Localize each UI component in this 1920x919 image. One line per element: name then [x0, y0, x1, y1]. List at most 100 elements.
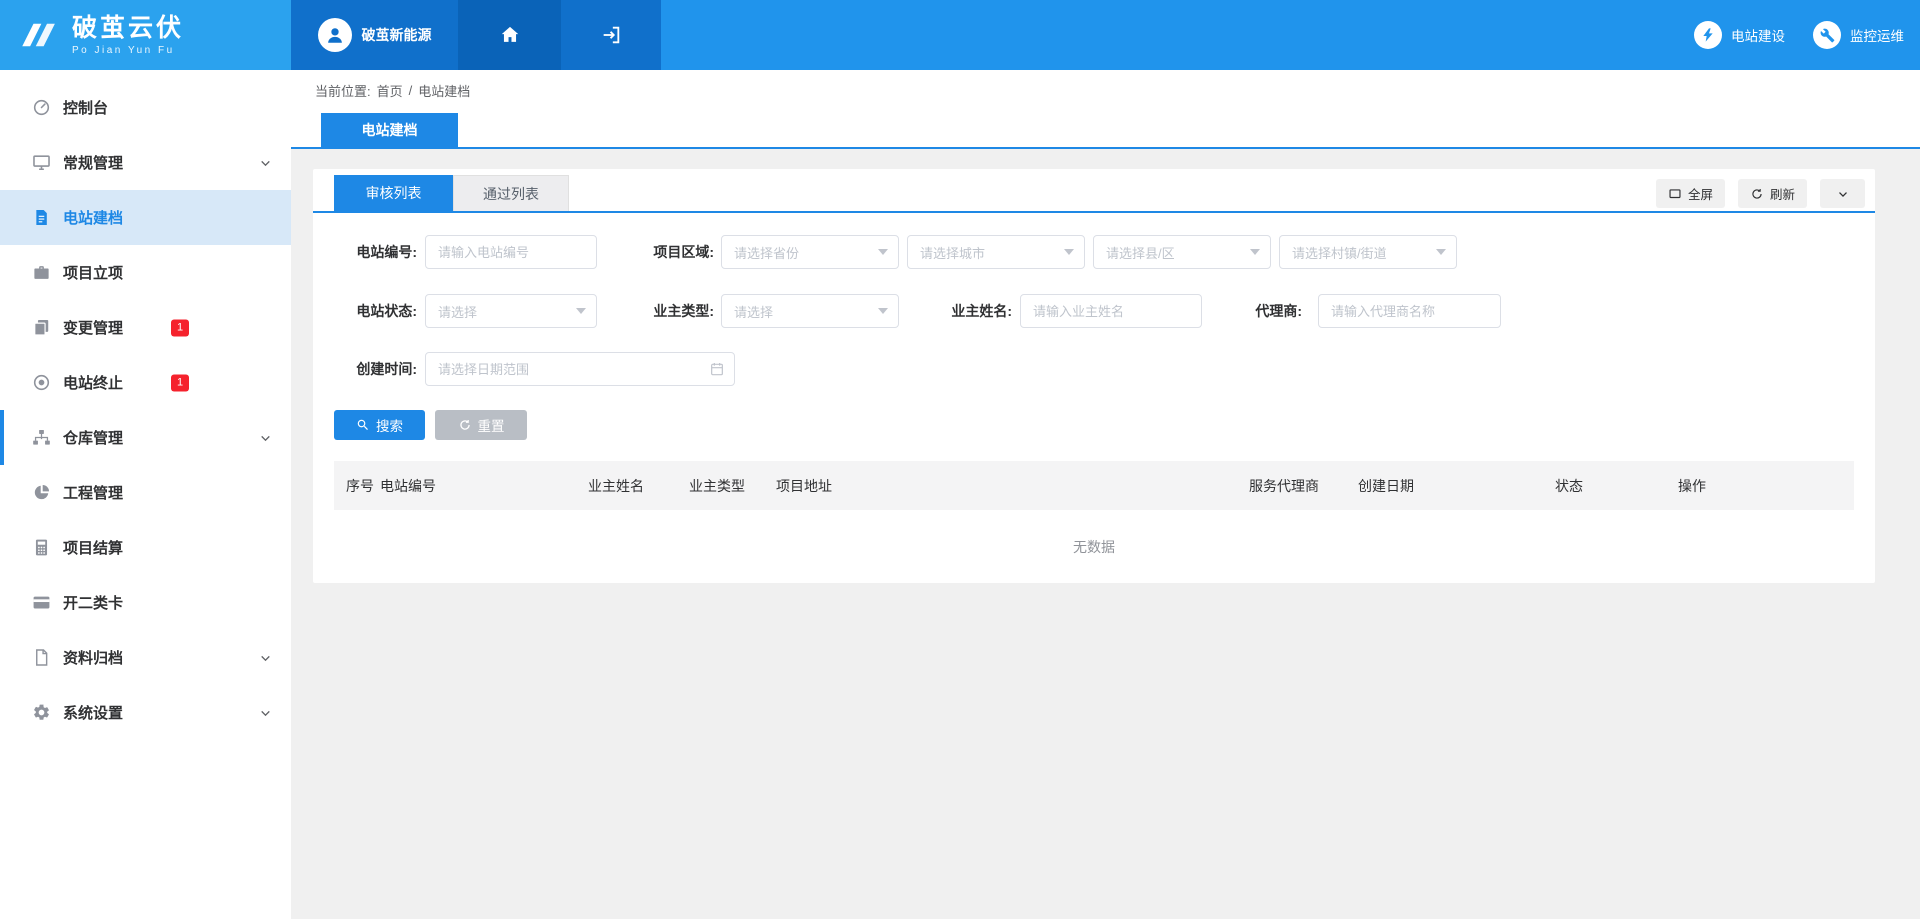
city-select[interactable]: 请选择城市 [907, 235, 1085, 269]
empty-state: 无数据 [334, 510, 1854, 583]
top-header: 破茧云伏 Po Jian Yun Fu 破茧新能源 电站建设 监控运维 [0, 0, 1920, 70]
chevron-down-icon [259, 156, 272, 169]
caret-down-icon [576, 308, 586, 314]
station-no-label: 电站编号: [334, 242, 417, 262]
search-icon [356, 418, 370, 432]
reset-button[interactable]: 重置 [435, 410, 527, 440]
refresh-icon [1750, 187, 1764, 201]
avatar [318, 18, 352, 52]
col-owner-type: 业主类型 [689, 476, 776, 496]
user-account-button[interactable]: 破茧新能源 [291, 0, 458, 70]
sidebar-item-project-initiation[interactable]: 项目立项 [0, 245, 291, 300]
brand-logo-icon [20, 19, 60, 51]
record-circle-icon [31, 373, 51, 393]
breadcrumb-home-link[interactable]: 首页 [377, 81, 403, 100]
station-filing-panel: 审核列表 通过列表 全屏 刷新 [313, 169, 1875, 583]
panel-tabs: 审核列表 通过列表 [334, 175, 569, 211]
province-select[interactable]: 请选择省份 [721, 235, 899, 269]
refresh-button[interactable]: 刷新 [1738, 179, 1807, 208]
town-select[interactable]: 请选择村镇/街道 [1279, 235, 1457, 269]
dashboard-icon [31, 98, 51, 118]
agent-label: 代理商: [1248, 301, 1302, 321]
col-service-agent: 服务代理商 [1249, 476, 1358, 496]
fullscreen-icon [1668, 187, 1682, 201]
filter-row-3: 创建时间: [313, 352, 1875, 386]
monitor-icon [31, 153, 51, 173]
col-create-date: 创建日期 [1358, 476, 1555, 496]
breadcrumb-prefix: 当前位置: [315, 81, 371, 100]
region-label: 项目区域: [649, 242, 714, 262]
sidebar: 控制台 常规管理 电站建档 项目立项 变更管理 1 电站终止 1 [0, 70, 291, 919]
header-nav: 电站建设 监控运维 [1694, 0, 1920, 70]
collapse-button[interactable] [1820, 179, 1865, 208]
card-icon [31, 593, 51, 613]
station-status-label: 电站状态: [334, 301, 417, 321]
tab-passed-list[interactable]: 通过列表 [453, 175, 569, 211]
gear-icon [31, 703, 51, 723]
col-index: 序号 [346, 476, 380, 496]
filter-actions: 搜索 重置 [334, 410, 527, 440]
home-button[interactable] [458, 0, 561, 70]
sidebar-item-project-settlement[interactable]: 项目结算 [0, 520, 291, 575]
table-header: 序号 电站编号 业主姓名 业主类型 项目地址 服务代理商 创建日期 状态 操作 [334, 461, 1854, 510]
col-station-no: 电站编号 [380, 476, 588, 496]
sidebar-item-station-termination[interactable]: 电站终止 1 [0, 355, 291, 410]
nav-monitor-ops[interactable]: 监控运维 [1813, 21, 1904, 49]
sidebar-item-console[interactable]: 控制台 [0, 80, 291, 135]
caret-down-icon [1436, 249, 1446, 255]
col-project-address: 项目地址 [776, 476, 1249, 496]
create-time-label: 创建时间: [334, 359, 417, 379]
county-select[interactable]: 请选择县/区 [1093, 235, 1271, 269]
owner-name-input[interactable] [1020, 294, 1202, 328]
owner-name-label: 业主姓名: [949, 301, 1012, 321]
date-range-input[interactable] [425, 352, 735, 386]
caret-down-icon [1064, 249, 1074, 255]
document-icon [31, 208, 51, 228]
search-button[interactable]: 搜索 [334, 410, 425, 440]
briefcase-icon [31, 263, 51, 283]
sidebar-item-system-settings[interactable]: 系统设置 [0, 685, 291, 740]
chevron-down-icon [259, 706, 272, 719]
sidebar-item-station-filing[interactable]: 电站建档 [0, 190, 291, 245]
reset-icon [458, 418, 472, 432]
sidebar-item-type2-card[interactable]: 开二类卡 [0, 575, 291, 630]
caret-down-icon [878, 249, 888, 255]
chevron-down-icon [259, 651, 272, 664]
panel-toolbar: 全屏 刷新 [1656, 179, 1865, 208]
chevron-down-icon [1836, 187, 1850, 201]
sitemap-icon [31, 428, 51, 448]
owner-type-select[interactable]: 请选择 [721, 294, 899, 328]
sidebar-item-change-mgmt[interactable]: 变更管理 1 [0, 300, 291, 355]
change-mgmt-badge: 1 [171, 319, 189, 336]
breadcrumb-current: 电站建档 [418, 81, 470, 100]
sidebar-item-warehouse-mgmt[interactable]: 仓库管理 [0, 410, 291, 465]
lightning-icon [1694, 21, 1722, 49]
breadcrumb-separator: / [409, 83, 413, 98]
logout-icon [600, 24, 622, 46]
agent-input[interactable] [1318, 294, 1501, 328]
page-tab-station-filing[interactable]: 电站建档 [321, 113, 458, 147]
col-owner-name: 业主姓名 [588, 476, 689, 496]
brand-subtitle: Po Jian Yun Fu [72, 45, 184, 57]
wrench-icon [1813, 21, 1841, 49]
col-actions: 操作 [1678, 476, 1854, 496]
home-icon [499, 24, 521, 46]
fullscreen-button[interactable]: 全屏 [1656, 179, 1725, 208]
col-status: 状态 [1555, 476, 1678, 496]
station-termination-badge: 1 [171, 374, 189, 391]
logout-button[interactable] [561, 0, 661, 70]
filter-row-1: 电站编号: 项目区域: 请选择省份 请选择城市 请选择县/区 请选择村镇/街道 [313, 235, 1875, 269]
nav-station-build[interactable]: 电站建设 [1694, 21, 1785, 49]
station-status-select[interactable]: 请选择 [425, 294, 597, 328]
sidebar-item-engineering-mgmt[interactable]: 工程管理 [0, 465, 291, 520]
sidebar-item-data-archive[interactable]: 资料归档 [0, 630, 291, 685]
tab-review-list[interactable]: 审核列表 [334, 175, 453, 211]
filter-row-2: 电站状态: 请选择 业主类型: 请选择 业主姓名: 代理商: [313, 294, 1875, 328]
sidebar-item-general-mgmt[interactable]: 常规管理 [0, 135, 291, 190]
station-no-input[interactable] [425, 235, 597, 269]
breadcrumb: 当前位置: 首页 / 电站建档 [291, 70, 1920, 111]
company-name: 破茧新能源 [362, 25, 432, 45]
brand-title: 破茧云伏 [72, 14, 184, 43]
date-range-field [425, 352, 735, 386]
caret-down-icon [1250, 249, 1260, 255]
